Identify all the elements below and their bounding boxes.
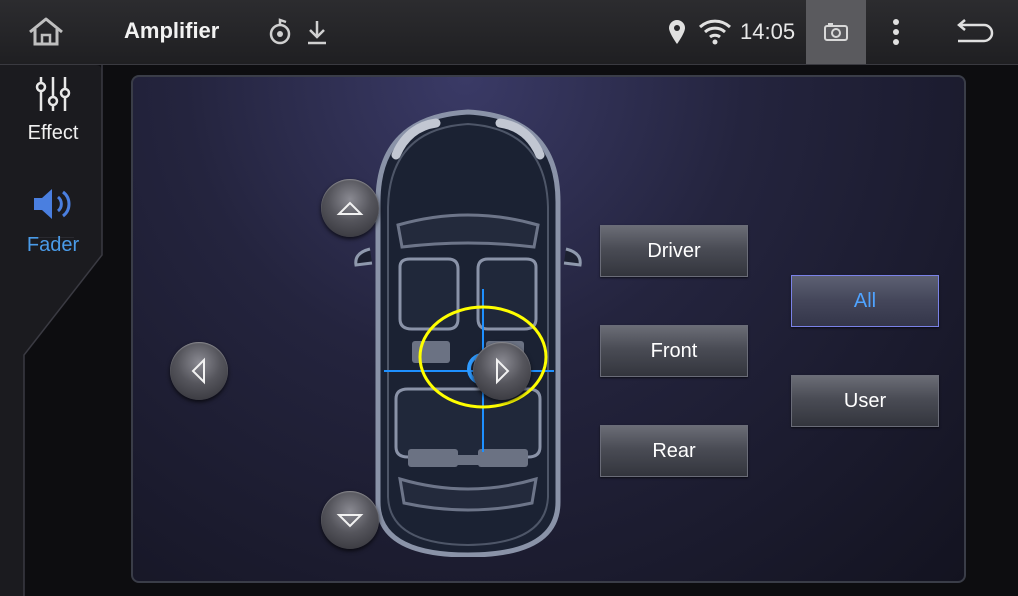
location-icon: [669, 20, 685, 44]
screenshot-button[interactable]: [806, 0, 866, 64]
wifi-icon: [698, 19, 732, 45]
chevron-left-icon: [191, 357, 205, 385]
status-bar: Amplifier 14:05: [0, 0, 1018, 65]
download-icon: [308, 21, 326, 45]
home-button[interactable]: [22, 14, 70, 50]
fader-down-button[interactable]: [321, 491, 379, 549]
balance-left-button[interactable]: [170, 342, 228, 400]
front-button[interactable]: Front: [600, 325, 748, 377]
speaker-icon: [34, 189, 71, 219]
clock: 14:05: [740, 19, 796, 44]
back-icon[interactable]: [952, 16, 996, 48]
screenshot-icon: [824, 23, 848, 41]
chevron-down-icon: [336, 514, 364, 528]
balance-right-button[interactable]: [473, 342, 531, 400]
sidebar-item-label: Effect: [27, 122, 79, 144]
music-sync-icon: [269, 18, 291, 45]
sidebar: Effect Fader: [0, 65, 130, 596]
fader-panel: Driver Front Rear All User: [131, 75, 966, 583]
driver-button[interactable]: Driver: [600, 225, 748, 277]
sidebar-item-label: Fader: [26, 234, 80, 256]
chevron-right-icon: [496, 357, 510, 385]
app-title: Amplifier: [124, 18, 220, 43]
fader-up-button[interactable]: [321, 179, 379, 237]
all-button[interactable]: All: [791, 275, 939, 327]
rear-button[interactable]: Rear: [600, 425, 748, 477]
chevron-up-icon: [336, 201, 364, 215]
user-button[interactable]: User: [791, 375, 939, 427]
more-icon[interactable]: [884, 16, 908, 48]
sidebar-item-fader[interactable]: Fader: [0, 183, 106, 257]
sidebar-item-effect[interactable]: Effect: [0, 75, 106, 145]
home-icon: [29, 17, 63, 46]
car-diagram[interactable]: [348, 107, 588, 557]
equalizer-icon: [35, 77, 71, 111]
